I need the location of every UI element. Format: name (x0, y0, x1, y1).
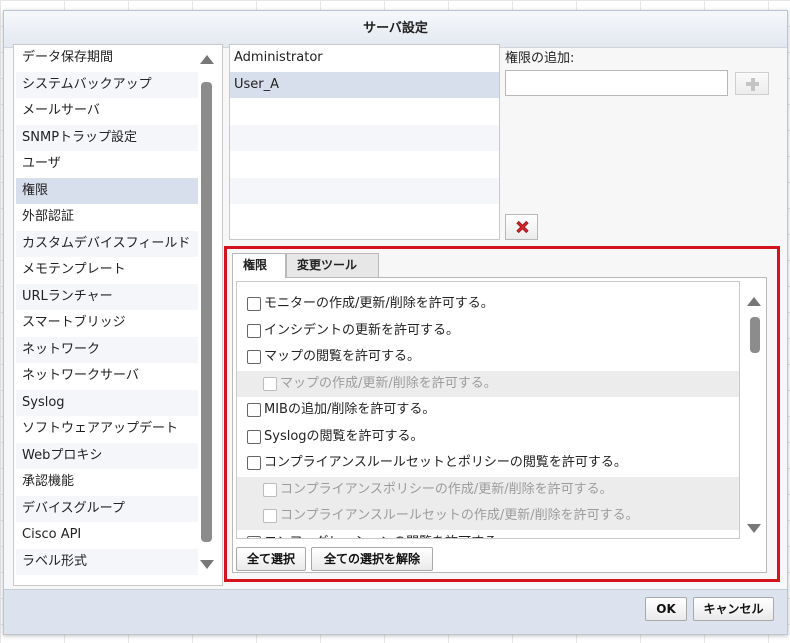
permission-checkbox (263, 376, 277, 391)
permission-checkbox[interactable] (247, 297, 261, 311)
permission-subitem: コンプライアンスポリシーの作成/更新/削除を許可する。 (237, 476, 739, 503)
permission-label: Syslogの閲覧を許可する。 (264, 428, 424, 444)
nav-item[interactable]: データ保存期間 (16, 45, 198, 72)
ok-button[interactable]: OK (645, 597, 687, 621)
permission-item: マップの閲覧を許可する。 (237, 344, 739, 371)
nav-item[interactable]: SNMPトラップ設定 (16, 124, 198, 151)
red-x-icon (516, 220, 529, 234)
user-list: Administrator User_A (229, 44, 500, 240)
permission-item: モニターの作成/更新/削除を許可する。 (237, 291, 739, 318)
nav-item[interactable]: Syslog (16, 389, 198, 416)
nav-item[interactable]: メモテンプレート (16, 257, 198, 284)
permission-item: MIBの追加/削除を許可する。 (237, 397, 739, 424)
nav-item[interactable]: Cisco API (16, 522, 198, 549)
nav-scroll-thumb[interactable] (201, 82, 212, 542)
select-all-button[interactable]: 全て選択 (236, 547, 306, 571)
permission-checkbox[interactable] (247, 456, 261, 470)
permission-checkbox[interactable] (247, 323, 261, 338)
permission-label: MIBの追加/削除を許可する。 (264, 402, 436, 417)
nav-scrollbar[interactable] (199, 46, 215, 582)
permission-subitem: マップの作成/更新/削除を許可する。 (237, 370, 739, 397)
permission-label: コンフィグレーションの閲覧を許可する。 (264, 530, 510, 539)
nav-item[interactable]: システムバックアップ (16, 71, 198, 98)
permission-label: モニターの作成/更新/削除を許可する。 (264, 296, 494, 311)
permission-checkbox[interactable] (247, 350, 261, 364)
nav-item[interactable]: ネットワークサーバ (16, 363, 198, 390)
permission-label: コンプライアンスルールセットとポリシーの閲覧を許可する。 (264, 455, 627, 470)
permission-label: マップの閲覧を許可する。 (264, 349, 421, 364)
scroll-up-arrow-icon[interactable] (200, 55, 214, 64)
empty-user-row (230, 177, 499, 204)
nav-item[interactable]: スマートブリッジ (16, 310, 198, 337)
nav-item[interactable]: ソフトウェアアップデート (16, 416, 198, 443)
permission-item: コンプライアンスルールセットとポリシーの閲覧を許可する。 (237, 450, 739, 477)
settings-nav-list: データ保存期間 システムバックアップ メールサーバ SNMPトラップ設定 ユーザ 権限 外部… (13, 44, 223, 586)
permission-item: コンフィグレーションの閲覧を許可する。 (237, 530, 739, 539)
permission-checkbox[interactable] (247, 429, 261, 444)
add-permission-button[interactable] (735, 72, 769, 95)
permission-scroll-thumb[interactable] (750, 317, 760, 353)
permission-checkbox[interactable] (247, 535, 261, 538)
empty-user-row (230, 151, 499, 178)
deselect-all-button[interactable]: 全ての選択を解除 (311, 547, 433, 571)
nav-item[interactable]: 承認機能 (16, 469, 198, 496)
dialog-title: サーバ設定 (4, 11, 787, 48)
permission-label: マップの作成/更新/削除を許可する。 (280, 375, 497, 391)
delete-user-button[interactable] (505, 214, 538, 240)
permission-item: Syslogの閲覧を許可する。 (237, 424, 739, 451)
cancel-button[interactable]: キャンセル (693, 597, 774, 621)
permission-label: コンプライアンスルールセットの作成/更新/削除を許可する。 (280, 508, 639, 523)
empty-user-row (230, 124, 499, 151)
nav-item[interactable]: 外部認証 (16, 204, 198, 231)
permission-checkbox[interactable] (247, 403, 261, 417)
add-permission-label: 権限の追加: (505, 51, 575, 66)
nav-item[interactable]: カスタムデバイスフィールド (16, 230, 198, 257)
nav-item[interactable]: ネットワーク (16, 336, 198, 363)
nav-item[interactable]: メールサーバ (16, 98, 198, 125)
nav-item[interactable]: Webプロキシ (16, 442, 198, 469)
tab-permissions[interactable]: 権限 (232, 253, 286, 278)
scroll-down-arrow-icon[interactable] (747, 524, 761, 533)
nav-item[interactable]: ラベル形式 (16, 548, 198, 575)
tab-change-tools[interactable]: 変更ツール (286, 253, 379, 277)
permission-list: モニターの作成/更新/削除を許可する。 インシデントの更新を許可する。 マップの閲覧… (236, 281, 740, 539)
permission-scrollbar[interactable] (743, 281, 765, 539)
empty-user-row (230, 204, 499, 231)
permission-checkbox (263, 482, 277, 497)
permission-item: インシデントの更新を許可する。 (237, 318, 739, 345)
scroll-down-arrow-icon[interactable] (200, 560, 214, 569)
user-row[interactable]: User_A (230, 71, 499, 98)
nav-item[interactable]: デバイスグループ (16, 495, 198, 522)
permission-label: コンプライアンスポリシーの作成/更新/削除を許可する。 (280, 481, 613, 497)
empty-user-row (230, 98, 499, 125)
nav-item[interactable]: 権限 (16, 177, 198, 204)
permission-label: インシデントの更新を許可する。 (264, 322, 460, 338)
permission-checkbox (263, 509, 277, 523)
user-row[interactable]: Administrator (230, 45, 499, 72)
nav-item[interactable]: ユーザ (16, 151, 198, 178)
scroll-up-arrow-icon[interactable] (747, 297, 761, 306)
permission-subitem: コンプライアンスルールセットの作成/更新/削除を許可する。 (237, 503, 739, 530)
nav-item[interactable]: URLランチャー (16, 283, 198, 310)
add-permission-input[interactable] (505, 70, 728, 96)
